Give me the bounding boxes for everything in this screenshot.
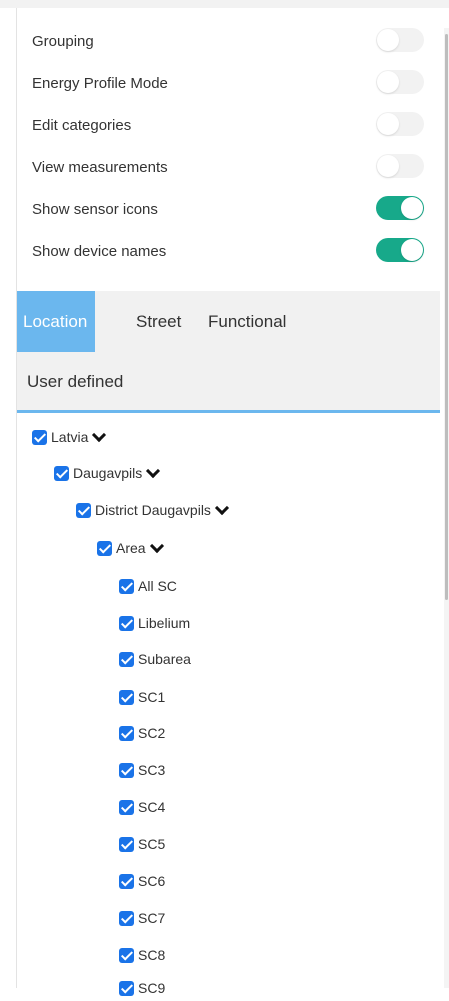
checkbox-checked-icon[interactable] (119, 910, 134, 926)
tab-user-defined[interactable]: User defined (17, 352, 123, 411)
setting-label: Grouping (32, 32, 94, 50)
tree-leaf-label: SC2 (138, 725, 166, 741)
setting-grouping: Grouping (32, 20, 424, 62)
chevron-down-icon[interactable] (149, 538, 164, 553)
tree-leaf-label: All SC (138, 578, 177, 594)
tree-leaf-label: SC8 (138, 947, 166, 963)
setting-show-sensor-icons: Show sensor icons (32, 188, 424, 230)
checkbox-checked-icon[interactable] (119, 836, 134, 852)
checkbox-checked-icon[interactable] (54, 465, 69, 481)
setting-label: Show device names (32, 242, 167, 260)
checkbox-checked-icon[interactable] (119, 799, 134, 815)
checkbox-checked-icon[interactable] (32, 429, 47, 445)
tree-node-daugavpils: Daugavpils (54, 460, 161, 486)
tab-street[interactable]: Street (128, 291, 189, 352)
tree-leaf: SC5 (119, 831, 165, 857)
tabs-panel: Location Street Functional User defined (17, 291, 440, 411)
tree-leaf-label: SC9 (138, 980, 166, 996)
tab-functional[interactable]: Functional (200, 291, 294, 352)
toggle-knob (377, 29, 399, 51)
settings-panel: Grouping Energy Profile Mode Edit catego… (32, 20, 424, 272)
checkbox-checked-icon[interactable] (119, 980, 134, 996)
tree-node-area: Area (97, 535, 164, 561)
setting-show-device-names: Show device names (32, 230, 424, 272)
setting-view-measurements: View measurements (32, 146, 424, 188)
tree-leaf: All SC (119, 573, 177, 599)
scrollbar-thumb[interactable] (445, 34, 448, 600)
view-measurements-toggle[interactable] (376, 154, 424, 178)
tree-leaf-label: Subarea (138, 651, 191, 667)
grouping-toggle[interactable] (376, 28, 424, 52)
toggle-knob (377, 113, 399, 135)
setting-energy-profile-mode: Energy Profile Mode (32, 62, 424, 104)
tree-leaf-label: Libelium (138, 615, 191, 631)
top-border (0, 0, 449, 8)
tree-leaf-label: SC7 (138, 910, 166, 926)
checkbox-checked-icon[interactable] (119, 762, 134, 778)
toggle-knob (377, 155, 399, 177)
edit-categories-toggle[interactable] (376, 112, 424, 136)
chevron-down-icon[interactable] (92, 427, 107, 442)
tree-leaf: SC4 (119, 794, 165, 820)
tree-node-district: District Daugavpils (76, 497, 230, 523)
checkbox-checked-icon[interactable] (119, 725, 134, 741)
tree-node-label: Area (116, 540, 146, 556)
tree-leaf: SC8 (119, 942, 165, 968)
tree-leaf-label: SC6 (138, 873, 166, 889)
tree-leaf: SC6 (119, 868, 165, 894)
checkbox-checked-icon[interactable] (119, 947, 134, 963)
tree-leaf-label: SC4 (138, 799, 166, 815)
setting-edit-categories: Edit categories (32, 104, 424, 146)
checkbox-checked-icon[interactable] (119, 615, 134, 631)
tree-node-label: District Daugavpils (95, 502, 211, 518)
tree-leaf-label: SC1 (138, 689, 166, 705)
setting-label: Energy Profile Mode (32, 74, 168, 92)
checkbox-checked-icon[interactable] (97, 540, 112, 556)
chevron-down-icon[interactable] (214, 500, 230, 515)
tree-leaf: Subarea (119, 646, 191, 672)
show-sensor-icons-toggle[interactable] (376, 196, 424, 220)
tree-leaf-label: SC3 (138, 762, 166, 778)
tree-leaf: SC9 (119, 975, 165, 1001)
setting-label: Show sensor icons (32, 200, 158, 218)
checkbox-checked-icon[interactable] (76, 502, 91, 518)
checkbox-checked-icon[interactable] (119, 578, 134, 594)
panel-left-border (16, 8, 17, 988)
tree-node-latvia: Latvia (32, 424, 107, 450)
tab-location[interactable]: Location (17, 291, 96, 352)
setting-label: Edit categories (32, 116, 132, 134)
tree-leaf: SC2 (119, 720, 165, 746)
checkbox-checked-icon[interactable] (119, 689, 134, 705)
tree-leaf: SC3 (119, 757, 165, 783)
tree-node-label: Latvia (51, 429, 89, 445)
toggle-knob (377, 71, 399, 93)
tree-leaf: SC7 (119, 905, 165, 931)
tree-node-label: Daugavpils (73, 465, 143, 481)
checkbox-checked-icon[interactable] (119, 873, 134, 889)
show-device-names-toggle[interactable] (376, 238, 424, 262)
tree-leaf-label: SC5 (138, 836, 166, 852)
energy-profile-mode-toggle[interactable] (376, 70, 424, 94)
tabs-underline (17, 410, 440, 413)
toggle-knob (401, 239, 423, 261)
tree-leaf: SC1 (119, 684, 165, 710)
setting-label: View measurements (32, 158, 168, 176)
tree-leaf: Libelium (119, 610, 190, 636)
checkbox-checked-icon[interactable] (119, 651, 134, 667)
toggle-knob (401, 197, 423, 219)
chevron-down-icon[interactable] (146, 463, 161, 478)
